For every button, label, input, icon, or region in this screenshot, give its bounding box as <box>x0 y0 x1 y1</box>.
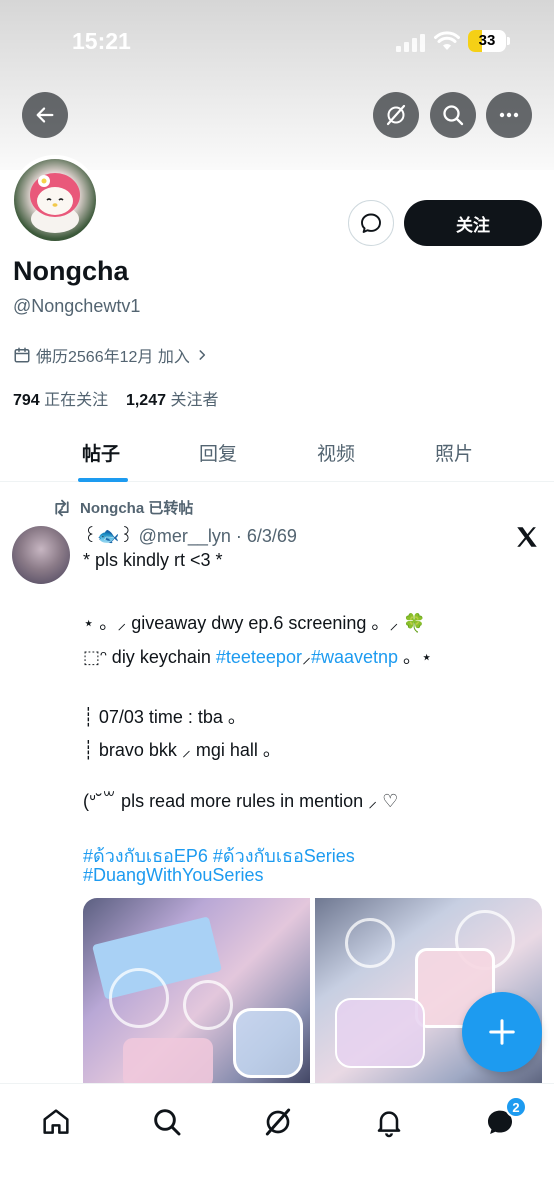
tab-videos[interactable]: 视频 <box>276 422 396 482</box>
acrylic-charm <box>233 1008 303 1078</box>
follow-button[interactable]: 关注 <box>404 200 542 246</box>
calendar-icon <box>14 347 30 363</box>
hashtag-link[interactable]: #waavetnp <box>311 647 398 667</box>
post-image[interactable] <box>83 898 310 1088</box>
grok-icon <box>265 1108 291 1136</box>
tab-label: 照片 <box>434 443 473 465</box>
signal-icon <box>396 32 426 52</box>
post-text-segment: 。⋆ <box>403 647 433 667</box>
grok-icon <box>386 104 406 126</box>
nav-notifications[interactable] <box>369 1102 409 1142</box>
battery-icon: 33 <box>468 30 510 52</box>
nav-home[interactable] <box>36 1102 76 1142</box>
keychain-ring <box>345 918 395 968</box>
post-text-line: ┊ bravo bkk ⸝ mgi hall 。 <box>83 740 281 760</box>
compose-button[interactable] <box>462 992 542 1072</box>
bell-icon <box>377 1111 401 1138</box>
post-text-segment: ⬚ᵔ diy keychain <box>83 647 211 667</box>
profile-avatar[interactable] <box>10 155 100 245</box>
post-text-line: * pls kindly rt <3 * <box>83 550 223 570</box>
post-meta: @mer__lyn · 6/3/69 <box>138 526 297 546</box>
tab-replies[interactable]: 回复 <box>158 422 278 482</box>
search-icon <box>154 1109 181 1136</box>
followers-label: 关注者 <box>170 392 219 409</box>
search-icon <box>443 105 464 126</box>
display-name: Nongcha <box>13 256 129 286</box>
join-date-text: 佛历2566年12月 加入 <box>36 349 190 366</box>
arrow-left-icon <box>36 107 54 123</box>
retweet-text: Nongcha 已转帖 <box>80 500 194 517</box>
user-handle: @Nongchewtv1 <box>13 296 141 316</box>
home-icon <box>43 1109 69 1134</box>
photo-charm <box>123 1038 213 1088</box>
tab-label: 回复 <box>198 443 237 465</box>
plus-icon <box>489 1019 515 1045</box>
x-logo-icon <box>517 527 537 547</box>
post-text-line: ┊ 07/03 time : tba 。 <box>83 707 246 727</box>
following-label: 正在关注 <box>44 392 109 409</box>
profile-tabs: 帖子 回复 视频 照片 <box>0 422 554 482</box>
followers-count: 1,247 <box>125 392 166 409</box>
bottom-navigation: 2 <box>0 1083 554 1200</box>
grok-button[interactable] <box>373 92 419 138</box>
keychain-ring <box>183 980 233 1030</box>
messages-badge: 2 <box>505 1096 527 1118</box>
nav-search[interactable] <box>147 1102 187 1142</box>
wifi-icon <box>434 31 460 50</box>
battery-level: 33 <box>478 32 496 49</box>
search-button[interactable] <box>430 92 476 138</box>
nav-grok[interactable] <box>258 1102 298 1142</box>
following-count: 794 <box>13 392 40 409</box>
status-bar: 15:21 33 <box>0 26 554 56</box>
post-text-line: ⬚ᵔ diy keychain #teeteepor⸝#waavetnp 。⋆ <box>83 643 432 669</box>
post-author-avatar[interactable] <box>12 526 70 584</box>
hashtag-link[interactable]: #DuangWithYouSeries <box>83 865 263 886</box>
follow-counts: 794 正在关注 1,247 关注者 <box>13 386 218 410</box>
back-button[interactable] <box>22 92 68 138</box>
post-text-line: (ᐡ˘꒳ pls read more rules in mention ⸝ ♡ <box>83 791 399 811</box>
keychain-ring <box>109 968 169 1028</box>
retweet-indicator: Nongcha 已转帖 <box>52 497 193 518</box>
avatar-image <box>30 173 80 233</box>
tab-indicator <box>78 478 128 482</box>
tab-label: 视频 <box>316 443 355 465</box>
tab-label: 帖子 <box>81 443 120 465</box>
more-button[interactable] <box>486 92 532 138</box>
post-text-line: ⋆ 。⸝ giveaway dwy ep.6 screening 。⸝ 🍀 <box>83 613 426 633</box>
retweet-icon <box>55 499 69 516</box>
chevron-right-icon[interactable] <box>195 348 209 362</box>
status-time: 15:21 <box>72 28 131 54</box>
post-text-segment: ⸝ <box>301 647 311 667</box>
more-icon <box>499 112 519 118</box>
acrylic-charm <box>335 998 425 1068</box>
following-link[interactable]: 794 正在关注 <box>13 392 108 409</box>
tab-posts[interactable]: 帖子 <box>41 422 161 482</box>
followers-link[interactable]: 1,247 关注者 <box>126 392 219 409</box>
message-button[interactable] <box>348 200 394 246</box>
tab-photos[interactable]: 照片 <box>394 422 514 482</box>
join-date: 佛历2566年12月 加入 <box>13 343 209 367</box>
post-header: ꒰🐟꒱ @mer__lyn · 6/3/69 <box>83 524 297 547</box>
hashtag-link[interactable]: #teeteepor <box>216 647 302 667</box>
message-icon <box>361 213 381 233</box>
post-author-name[interactable]: ꒰🐟꒱ <box>83 526 134 546</box>
